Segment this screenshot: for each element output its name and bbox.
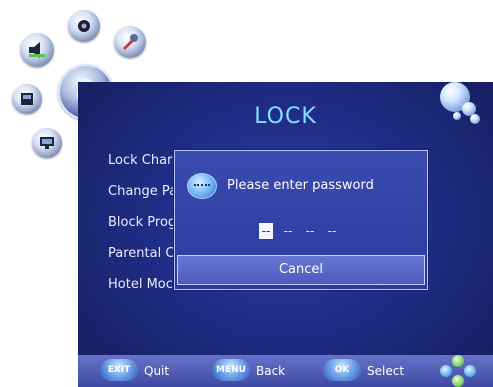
navigation-pad-icon[interactable] [438,355,478,387]
cancel-button[interactable]: Cancel [177,255,425,285]
password-dialog: Please enter password -- -- -- -- Cancel [174,150,428,290]
password-digit-2[interactable]: -- [281,225,295,237]
monitor-icon[interactable] [32,128,62,158]
tools-icon[interactable] [114,26,146,58]
password-prompt-icon [187,173,217,199]
monitor-glyph [40,137,54,149]
bubble-decoration [453,112,461,120]
password-digit-4[interactable]: -- [325,225,339,237]
bubble-decoration [470,114,480,124]
nav-down-icon[interactable] [452,375,464,387]
menu-item-hotel-mode[interactable]: Hotel Moc [108,278,177,309]
hint-exit-label: Quit [144,364,170,378]
nav-up-icon[interactable] [452,355,464,367]
password-digit-3[interactable]: -- [303,225,317,237]
tools-glyph [123,34,138,50]
menu-item-parental-guidance[interactable]: Parental C [108,247,177,278]
menu-key-icon[interactable]: MENU [212,359,250,381]
speaker-glyph [29,42,45,58]
menu-item-block-program[interactable]: Block Prog [108,216,177,247]
ok-key-icon[interactable]: OK [323,359,361,381]
speaker-icon[interactable] [20,33,54,67]
picture-glyph [21,93,33,105]
menu-item-lock-channel[interactable]: Lock Char [108,154,177,185]
hint-bar: EXIT Quit MENU Back OK Select [78,355,493,387]
password-prompt-text: Please enter password [227,178,374,193]
hint-menu-label: Back [256,364,286,378]
nav-left-icon[interactable] [440,365,452,377]
settings-glyph [78,20,90,32]
hint-ok-label: Select [367,364,405,378]
lock-menu-list: Lock Char Change Pa Block Prog Parental … [108,154,177,309]
exit-key-icon[interactable]: EXIT [100,359,138,381]
menu-item-change-password[interactable]: Change Pa [108,185,177,216]
page-title: LOCK [254,104,317,129]
settings-icon[interactable] [68,10,100,42]
nav-right-icon[interactable] [464,365,476,377]
picture-icon[interactable] [12,84,42,114]
password-digit-1[interactable]: -- [259,223,273,239]
